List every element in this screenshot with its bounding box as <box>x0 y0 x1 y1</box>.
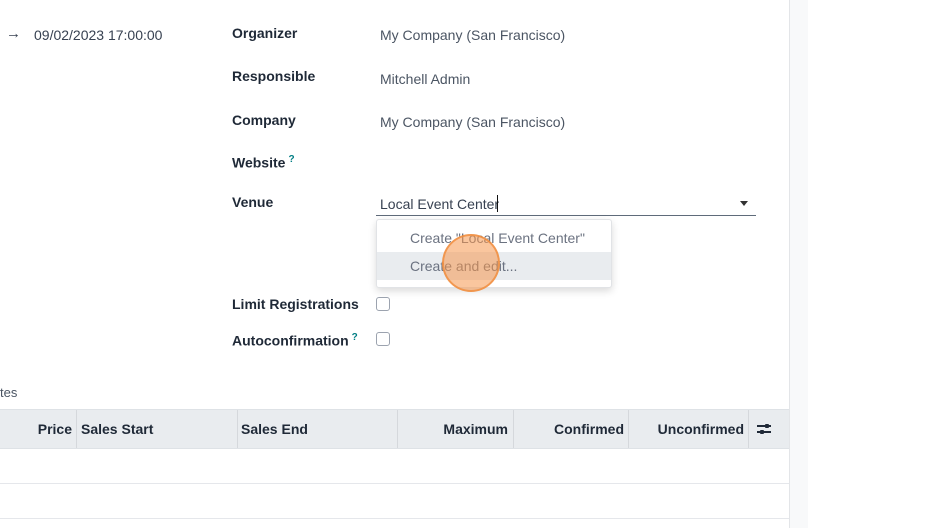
company-label: Company <box>232 112 296 128</box>
column-maximum[interactable]: Maximum <box>400 410 508 448</box>
autoconfirmation-label: Autoconfirmation? <box>232 332 358 349</box>
notes-tab-partial[interactable]: tes <box>0 385 17 400</box>
optional-columns-sliders-icon[interactable] <box>757 423 771 435</box>
chatter-divider <box>789 0 810 528</box>
column-divider <box>748 410 749 448</box>
event-end-date[interactable]: 09/02/2023 17:00:00 <box>34 27 162 43</box>
autoconfirmation-label-text: Autoconfirmation <box>232 332 349 349</box>
company-field[interactable]: My Company (San Francisco) <box>380 114 565 130</box>
website-label-text: Website <box>232 154 286 171</box>
organizer-label: Organizer <box>232 25 298 41</box>
autoconfirmation-help-icon[interactable]: ? <box>352 332 358 343</box>
venue-input[interactable] <box>376 193 756 216</box>
side-panel <box>808 0 946 528</box>
responsible-field[interactable]: Mitchell Admin <box>380 71 470 87</box>
responsible-label: Responsible <box>232 68 316 84</box>
column-divider <box>628 410 629 448</box>
tickets-table-header: Price Sales Start Sales End Maximum Conf… <box>0 409 789 449</box>
column-sales-start[interactable]: Sales Start <box>81 410 153 448</box>
venue-label: Venue <box>232 194 274 210</box>
date-range-arrow-icon: → <box>6 25 21 42</box>
table-row[interactable] <box>0 484 789 519</box>
column-divider <box>237 410 238 448</box>
website-help-icon[interactable]: ? <box>288 154 294 165</box>
column-unconfirmed[interactable]: Unconfirmed <box>631 410 744 448</box>
column-divider <box>513 410 514 448</box>
column-sales-end[interactable]: Sales End <box>241 410 308 448</box>
text-cursor <box>497 195 498 212</box>
limit-registrations-label: Limit Registrations <box>232 296 359 312</box>
column-confirmed[interactable]: Confirmed <box>516 410 624 448</box>
organizer-field[interactable]: My Company (San Francisco) <box>380 27 565 43</box>
click-indicator <box>442 234 500 292</box>
autoconfirmation-checkbox[interactable] <box>376 332 390 346</box>
column-divider <box>397 410 398 448</box>
table-row[interactable] <box>0 449 789 484</box>
limit-registrations-checkbox[interactable] <box>376 297 390 311</box>
column-divider <box>76 410 77 448</box>
event-form-sheet: → 09/02/2023 17:00:00 Organizer My Compa… <box>0 0 789 528</box>
venue-dropdown-caret-icon[interactable] <box>740 201 748 206</box>
website-label: Website? <box>232 154 295 171</box>
column-price[interactable]: Price <box>0 410 72 448</box>
